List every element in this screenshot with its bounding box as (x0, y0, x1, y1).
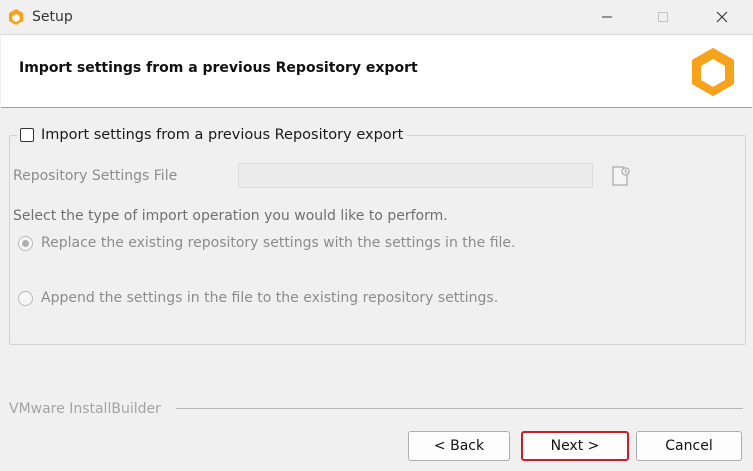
browse-file-icon[interactable] (610, 165, 632, 187)
page-title: Import settings from a previous Reposito… (19, 60, 418, 76)
app-icon (9, 9, 23, 25)
close-icon (716, 11, 728, 23)
brand-label: VMware InstallBuilder (9, 401, 161, 417)
replace-option-label[interactable]: Replace the existing repository settings… (41, 235, 515, 251)
append-option[interactable]: Append the settings in the file to the e… (18, 290, 498, 306)
replace-radio[interactable] (18, 235, 33, 251)
next-button[interactable]: Next > (521, 431, 629, 461)
repository-settings-file-input[interactable] (238, 163, 593, 188)
append-radio[interactable] (18, 290, 33, 306)
cancel-button[interactable]: Cancel (636, 431, 742, 461)
footer-divider (176, 408, 743, 409)
operation-prompt: Select the type of import operation you … (13, 208, 448, 224)
import-checkbox[interactable] (20, 128, 34, 142)
import-checkbox-row[interactable]: Import settings from a previous Reposito… (17, 124, 408, 146)
installbuilder-logo-icon (692, 48, 734, 96)
maximize-button[interactable] (640, 0, 686, 34)
import-checkbox-label[interactable]: Import settings from a previous Reposito… (41, 127, 403, 143)
back-button[interactable]: < Back (408, 431, 510, 461)
repository-settings-file-label: Repository Settings File (13, 168, 178, 184)
minimize-button[interactable] (584, 0, 630, 34)
append-option-label[interactable]: Append the settings in the file to the e… (41, 290, 498, 306)
replace-option[interactable]: Replace the existing repository settings… (18, 235, 515, 251)
page-header: Import settings from a previous Reposito… (1, 35, 752, 108)
minimize-icon (602, 16, 612, 18)
title-bar: Setup (0, 0, 753, 35)
close-button[interactable] (699, 0, 745, 34)
window-title: Setup (32, 9, 73, 25)
maximize-icon (658, 12, 668, 22)
